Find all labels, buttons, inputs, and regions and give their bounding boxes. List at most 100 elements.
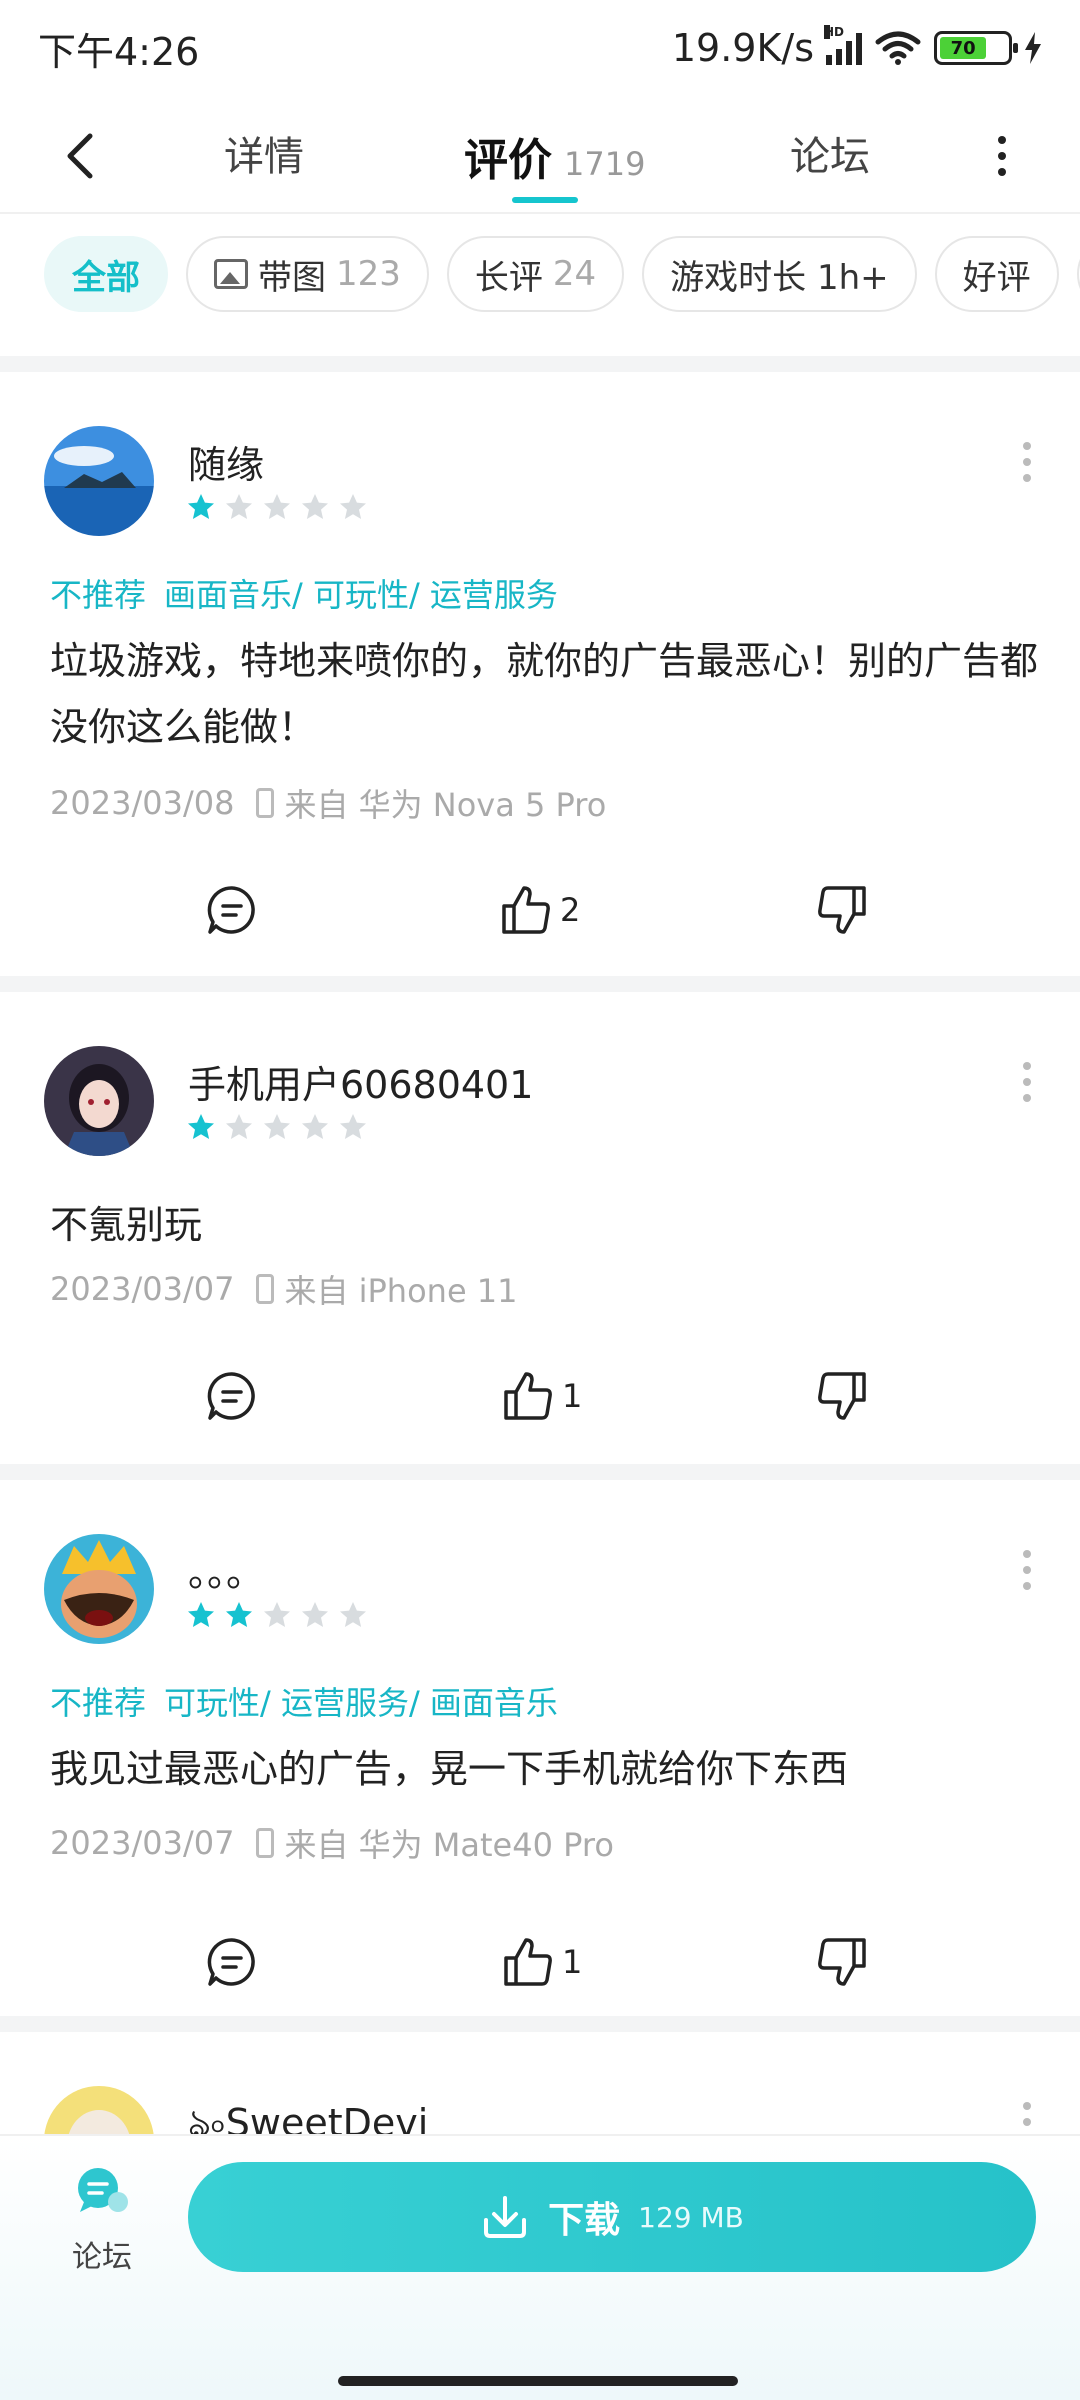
review-actions: 2 — [0, 880, 1080, 940]
star-empty-icon — [340, 1602, 366, 1627]
device-label: 来自 华为 Mate40 Pro — [284, 1826, 614, 1864]
avatar[interactable] — [44, 1046, 154, 1156]
comment-icon — [207, 1938, 255, 1986]
device-label: 来自 iPhone 11 — [284, 1272, 518, 1310]
top-nav: 详情 评价 1719 论坛 — [0, 96, 1080, 214]
battery-level: 70 — [950, 37, 976, 59]
review-meta: 2023/03/07 来自 iPhone 11 — [50, 1266, 518, 1312]
thumbs-down-icon — [818, 1938, 866, 1986]
phone-icon — [256, 1274, 275, 1304]
download-size: 129 MB — [638, 2200, 744, 2234]
active-tab-indicator — [512, 197, 578, 203]
filter-long-reviews[interactable]: 长评 24 — [446, 236, 625, 312]
avatar[interactable] — [44, 1534, 154, 1644]
review-text: 我见过最恶心的广告，晃一下手机就给你下东西 — [50, 1747, 849, 1791]
chip-label: 游戏时长 1h+ — [670, 257, 889, 298]
like-button[interactable]: 2 — [500, 880, 580, 940]
forum-icon — [78, 2168, 128, 2212]
status-bar: 下午4:26 19.9K/s HD 70 — [0, 0, 1080, 96]
star-empty-icon — [340, 494, 366, 519]
like-button[interactable]: 1 — [502, 1932, 582, 1992]
star-filled-icon — [188, 1114, 214, 1139]
chip-count: 24 — [552, 254, 597, 294]
review-card[interactable]: ৡ৹SweetDevi — [0, 2086, 1080, 2134]
star-filled-icon — [188, 494, 214, 519]
divider — [0, 976, 1080, 992]
device-label: 来自 华为 Nova 5 Pro — [284, 786, 607, 824]
more-options-icon[interactable] — [990, 126, 1014, 186]
filter-with-images[interactable]: 带图 123 — [186, 236, 429, 312]
star-filled-icon — [188, 1602, 214, 1627]
star-empty-icon — [340, 1114, 366, 1139]
review-actions: 1 — [0, 1932, 1080, 1992]
tab-reviews[interactable]: 评价 1719 — [464, 124, 645, 188]
comment-button[interactable] — [206, 1366, 258, 1426]
forum-label: 论坛 — [72, 2240, 132, 2275]
comment-button[interactable] — [206, 880, 258, 940]
status-icons: 19.9K/s HD 70 — [671, 25, 1042, 70]
aspect-tags: 画面音乐/ 可玩性/ 运营服务 — [164, 576, 558, 614]
review-menu-icon[interactable] — [1020, 1062, 1034, 1102]
dislike-button[interactable] — [816, 880, 868, 940]
dislike-button[interactable] — [816, 1932, 868, 1992]
filter-all[interactable]: 全部 — [44, 236, 168, 312]
star-empty-icon — [302, 1602, 328, 1627]
avatar[interactable] — [44, 2086, 154, 2134]
tab-detail[interactable]: 详情 — [224, 124, 304, 182]
star-rating — [186, 1600, 368, 1630]
review-card[interactable]: 。。。 不推荐 可玩性/ 运营服务/ 画面音乐 我见过最恶心的广告，晃一下手机就给… — [0, 1534, 1080, 2024]
divider — [0, 356, 1080, 372]
review-date: 2023/03/08 — [50, 784, 235, 822]
chip-label: 全部 — [72, 257, 140, 298]
user-name[interactable]: ৡ৹SweetDevi — [188, 2094, 428, 2134]
review-card[interactable]: 手机用户60680401 不氪别玩 2023/03/07 来自 iPhone 1… — [0, 1046, 1080, 1456]
bottom-action-bar: 论坛 下载 129 MB — [0, 2134, 1080, 2400]
home-indicator[interactable] — [338, 2376, 738, 2386]
filter-chips: 全部 带图123 长评24 游戏时长 1h+ 好评 中评 — [44, 236, 1080, 314]
filter-neutral[interactable]: 中评 — [1076, 236, 1080, 312]
star-empty-icon — [302, 1114, 328, 1139]
like-count: 2 — [560, 891, 581, 929]
chip-count: 123 — [336, 254, 401, 294]
recommend-label: 不推荐 — [50, 576, 147, 614]
user-name[interactable]: 。。。 — [188, 1542, 264, 1597]
review-card[interactable]: 随缘 不推荐 画面音乐/ 可玩性/ 运营服务 垃圾游戏，特地来喷你的，就你的广告最… — [0, 426, 1080, 966]
dislike-button[interactable] — [816, 1366, 868, 1426]
filter-positive[interactable]: 好评 — [934, 236, 1059, 312]
review-date: 2023/03/07 — [50, 1824, 235, 1862]
charging-icon — [1025, 32, 1041, 64]
review-meta: 2023/03/07 来自 华为 Mate40 Pro — [50, 1820, 614, 1866]
hd-label: HD — [824, 25, 845, 39]
chip-label: 长评 — [474, 257, 543, 298]
network-speed: 19.9K/s — [671, 26, 814, 70]
star-empty-icon — [264, 1114, 290, 1139]
like-button[interactable]: 1 — [502, 1366, 582, 1426]
download-button[interactable]: 下载 129 MB — [188, 2162, 1036, 2272]
avatar[interactable] — [44, 426, 154, 536]
download-label: 下载 — [548, 2200, 621, 2241]
tab-forum[interactable]: 论坛 — [790, 124, 870, 182]
star-empty-icon — [264, 1602, 290, 1627]
review-menu-icon[interactable] — [1020, 1550, 1034, 1590]
star-empty-icon — [302, 494, 328, 519]
review-menu-icon[interactable] — [1020, 442, 1034, 482]
divider — [0, 1464, 1080, 1480]
like-count: 1 — [562, 1377, 583, 1415]
star-empty-icon — [264, 494, 290, 519]
back-arrow-icon[interactable] — [52, 126, 112, 186]
forum-button[interactable]: 论坛 — [62, 2166, 142, 2276]
review-menu-icon[interactable] — [1020, 2102, 1034, 2134]
user-name[interactable]: 手机用户60680401 — [188, 1054, 533, 1109]
battery-icon: 70 — [934, 31, 1018, 65]
comment-button[interactable] — [206, 1932, 258, 1992]
chip-label: 带图 — [258, 257, 326, 298]
user-name[interactable]: 随缘 — [188, 434, 264, 489]
filter-playtime[interactable]: 游戏时长 1h+ — [642, 236, 917, 312]
thumbs-up-icon — [504, 1372, 552, 1420]
thumbs-up-icon — [504, 1938, 552, 1986]
image-icon — [214, 259, 248, 289]
phone-icon — [256, 788, 275, 818]
signal-icon: HD — [824, 25, 862, 65]
chip-label: 好评 — [962, 257, 1031, 298]
phone-icon — [256, 1828, 275, 1858]
